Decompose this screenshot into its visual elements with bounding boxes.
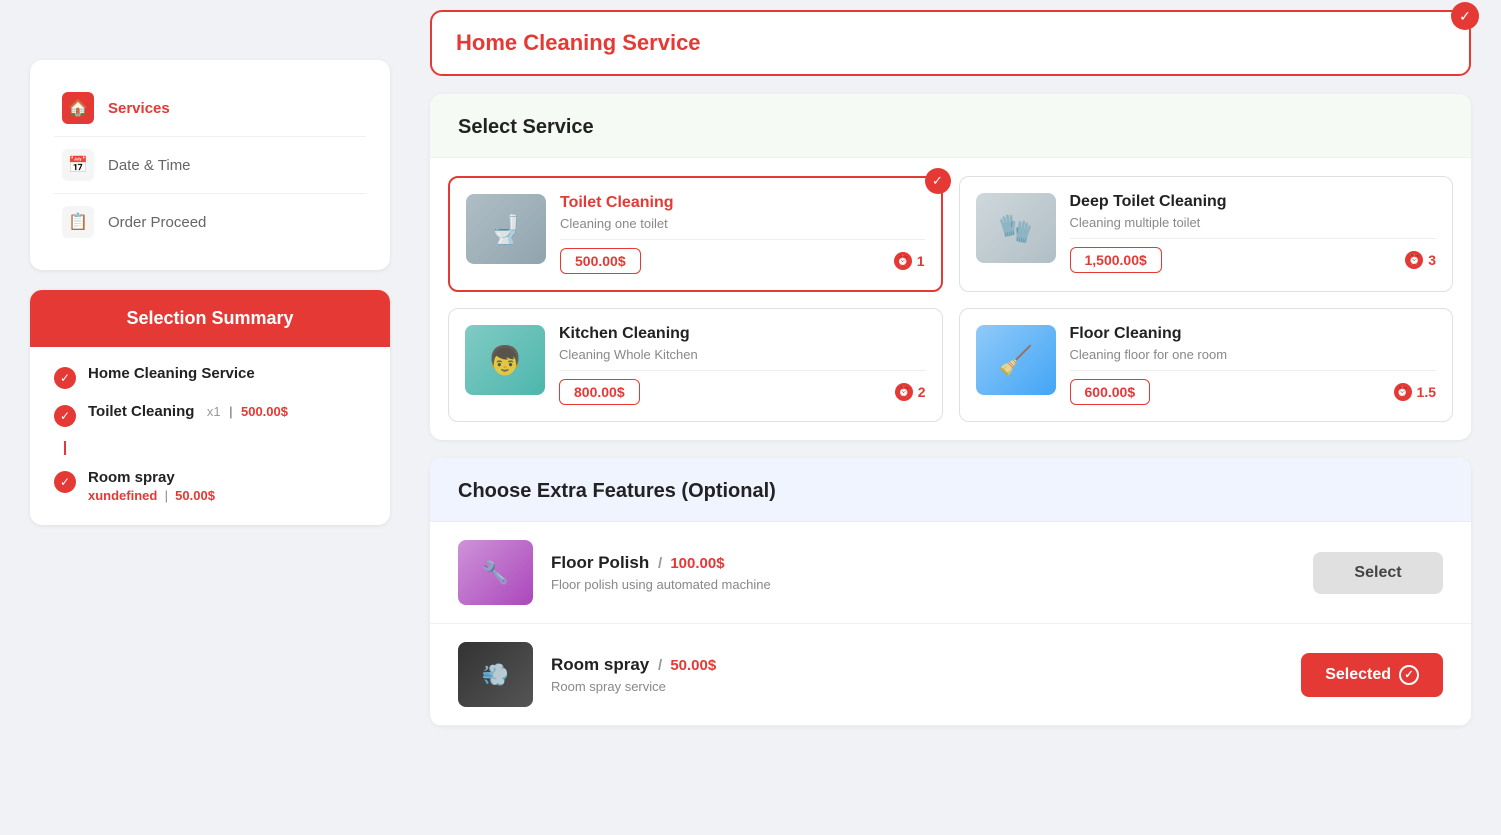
nav-card: 🏠 Services 📅 Date & Time 📋 Order Proceed <box>30 60 390 270</box>
kitchen-cleaning-time: ⏰ 2 <box>895 383 926 401</box>
summary-header: Selection Summary <box>30 290 390 347</box>
summary-divider <box>64 441 66 455</box>
deep-toilet-cleaning-info: Deep Toilet Cleaning Cleaning multiple t… <box>1070 193 1437 273</box>
kitchen-cleaning-bottom: 800.00$ ⏰ 2 <box>559 379 926 405</box>
room-spray-selected-check-icon: ✓ <box>1399 665 1419 685</box>
summary-item-name-home: Home Cleaning Service <box>88 365 255 382</box>
kitchen-clock-icon: ⏰ <box>895 383 913 401</box>
toilet-cleaning-image: 🚽 <box>466 194 546 264</box>
deep-toilet-cleaning-image: 🧤 <box>976 193 1056 263</box>
floor-polish-name: Floor Polish / 100.00$ <box>551 553 1295 573</box>
service-card-top-toilet: 🚽 Toilet Cleaning Cleaning one toilet 50… <box>466 194 925 274</box>
services-grid: ✓ 🚽 Toilet Cleaning Cleaning one toilet … <box>430 158 1471 440</box>
summary-check-home: ✓ <box>54 367 76 389</box>
summary-item-text-toilet: Toilet Cleaning x1 | 500.00$ <box>88 403 288 420</box>
extra-features-section: Choose Extra Features (Optional) 🔧 Floor… <box>430 458 1471 726</box>
select-service-section: Select Service ✓ 🚽 Toilet Cleaning Clean… <box>430 94 1471 440</box>
services-label: Services <box>108 100 170 117</box>
sidebar-item-order[interactable]: 📋 Order Proceed <box>54 194 366 250</box>
deep-toilet-cleaning-time: ⏰ 3 <box>1405 251 1436 269</box>
kitchen-cleaning-info: Kitchen Cleaning Cleaning Whole Kitchen … <box>559 325 926 405</box>
kitchen-cleaning-image: 👦 <box>465 325 545 395</box>
toilet-cleaning-bottom: 500.00$ ⏰ 1 <box>560 248 925 274</box>
sidebar-item-datetime[interactable]: 📅 Date & Time <box>54 137 366 194</box>
datetime-icon: 📅 <box>62 149 94 181</box>
summary-check-room-spray: ✓ <box>54 471 76 493</box>
floor-cleaning-desc: Cleaning floor for one room <box>1070 347 1437 371</box>
floor-cleaning-time: ⏰ 1.5 <box>1394 383 1436 401</box>
services-icon: 🏠 <box>62 92 94 124</box>
service-card-check-toilet: ✓ <box>925 168 951 194</box>
room-spray-image: 💨 <box>458 642 533 707</box>
main-content: Home Cleaning Service ✓ Select Service ✓… <box>420 0 1501 835</box>
summary-body: ✓ Home Cleaning Service ✓ Toilet Cleanin… <box>30 347 390 525</box>
order-label: Order Proceed <box>108 214 206 231</box>
extra-features-header: Choose Extra Features (Optional) <box>430 458 1471 522</box>
floor-cleaning-info: Floor Cleaning Cleaning floor for one ro… <box>1070 325 1437 405</box>
service-card-toilet[interactable]: ✓ 🚽 Toilet Cleaning Cleaning one toilet … <box>448 176 943 292</box>
summary-check-toilet: ✓ <box>54 405 76 427</box>
service-card-kitchen[interactable]: 👦 Kitchen Cleaning Cleaning Whole Kitche… <box>448 308 943 422</box>
floor-cleaning-price: 600.00$ <box>1070 379 1151 405</box>
summary-item-room-spray: ✓ Room spray xundefined | 50.00$ <box>54 469 366 503</box>
floor-polish-info: Floor Polish / 100.00$ Floor polish usin… <box>551 553 1295 592</box>
banner-check-icon: ✓ <box>1451 2 1479 30</box>
extra-item-room-spray: 💨 Room spray / 50.00$ Room spray service… <box>430 624 1471 726</box>
select-service-header: Select Service <box>430 94 1471 158</box>
floor-polish-image: 🔧 <box>458 540 533 605</box>
datetime-label: Date & Time <box>108 157 191 174</box>
floor-clock-icon: ⏰ <box>1394 383 1412 401</box>
summary-item-name-toilet: Toilet Cleaning x1 | 500.00$ <box>88 403 288 420</box>
summary-item-detail-room-spray: xundefined | 50.00$ <box>88 488 215 503</box>
summary-item-name-room-spray: Room spray <box>88 469 215 486</box>
floor-cleaning-name: Floor Cleaning <box>1070 325 1437 343</box>
service-card-top-floor-cleaning: 🧹 Floor Cleaning Cleaning floor for one … <box>976 325 1437 405</box>
deep-toilet-cleaning-price: 1,500.00$ <box>1070 247 1162 273</box>
service-card-top-kitchen: 👦 Kitchen Cleaning Cleaning Whole Kitche… <box>465 325 926 405</box>
extra-item-floor-polish: 🔧 Floor Polish / 100.00$ Floor polish us… <box>430 522 1471 624</box>
sidebar: 🏠 Services 📅 Date & Time 📋 Order Proceed… <box>0 0 420 835</box>
deep-toilet-clock-icon: ⏰ <box>1405 251 1423 269</box>
toilet-clock-icon: ⏰ <box>894 252 912 270</box>
kitchen-cleaning-desc: Cleaning Whole Kitchen <box>559 347 926 371</box>
service-card-top-deep-toilet: 🧤 Deep Toilet Cleaning Cleaning multiple… <box>976 193 1437 273</box>
summary-item-home: ✓ Home Cleaning Service <box>54 365 366 389</box>
summary-item-text-home: Home Cleaning Service <box>88 365 255 382</box>
summary-item-toilet: ✓ Toilet Cleaning x1 | 500.00$ <box>54 403 366 427</box>
kitchen-cleaning-price: 800.00$ <box>559 379 640 405</box>
order-icon: 📋 <box>62 206 94 238</box>
summary-item-text-room-spray: Room spray xundefined | 50.00$ <box>88 469 215 503</box>
kitchen-cleaning-name: Kitchen Cleaning <box>559 325 926 343</box>
floor-cleaning-bottom: 600.00$ ⏰ 1.5 <box>1070 379 1437 405</box>
banner-title: Home Cleaning Service <box>456 30 701 56</box>
service-card-floor-cleaning[interactable]: 🧹 Floor Cleaning Cleaning floor for one … <box>959 308 1454 422</box>
toilet-cleaning-desc: Cleaning one toilet <box>560 216 925 240</box>
floor-polish-select-button[interactable]: Select <box>1313 552 1443 594</box>
toilet-cleaning-time: ⏰ 1 <box>894 252 925 270</box>
toilet-cleaning-info: Toilet Cleaning Cleaning one toilet 500.… <box>560 194 925 274</box>
deep-toilet-cleaning-name: Deep Toilet Cleaning <box>1070 193 1437 211</box>
floor-polish-desc: Floor polish using automated machine <box>551 577 1295 592</box>
service-card-deep-toilet[interactable]: 🧤 Deep Toilet Cleaning Cleaning multiple… <box>959 176 1454 292</box>
service-banner[interactable]: Home Cleaning Service ✓ <box>430 10 1471 76</box>
deep-toilet-cleaning-desc: Cleaning multiple toilet <box>1070 215 1437 239</box>
toilet-cleaning-name: Toilet Cleaning <box>560 194 925 212</box>
toilet-cleaning-price: 500.00$ <box>560 248 641 274</box>
sidebar-item-services[interactable]: 🏠 Services <box>54 80 366 137</box>
floor-cleaning-image: 🧹 <box>976 325 1056 395</box>
deep-toilet-cleaning-bottom: 1,500.00$ ⏰ 3 <box>1070 247 1437 273</box>
room-spray-name: Room spray / 50.00$ <box>551 655 1283 675</box>
room-spray-selected-button[interactable]: Selected ✓ <box>1301 653 1443 697</box>
room-spray-info: Room spray / 50.00$ Room spray service <box>551 655 1283 694</box>
summary-title: Selection Summary <box>126 308 293 328</box>
room-spray-desc: Room spray service <box>551 679 1283 694</box>
extra-features-title: Choose Extra Features (Optional) <box>458 480 776 502</box>
selection-summary-card: Selection Summary ✓ Home Cleaning Servic… <box>30 290 390 525</box>
select-service-title: Select Service <box>458 116 594 138</box>
